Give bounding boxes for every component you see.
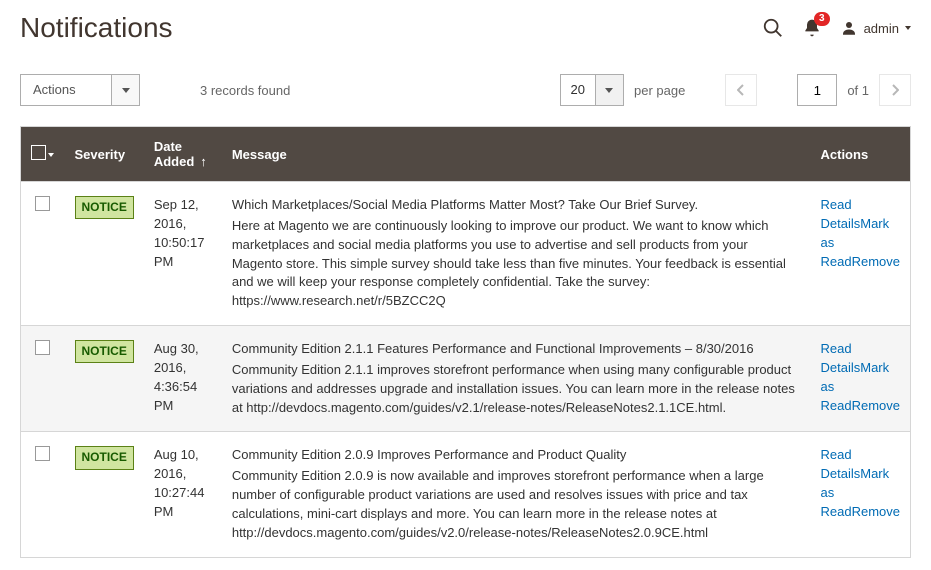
severity-badge: NOTICE [75,196,134,219]
caret-down-icon [111,75,139,105]
admin-label: admin [864,21,899,36]
date-added-cell: Aug 10, 2016, 10:27:44 PM [144,432,222,557]
severity-badge: NOTICE [75,340,134,363]
page-title: Notifications [20,12,173,44]
date-added-cell: Sep 12, 2016, 10:50:17 PM [144,182,222,326]
message-cell: Community Edition 2.1.1 Features Perform… [222,326,811,432]
table-row: NOTICE Sep 12, 2016, 10:50:17 PMWhich Mar… [21,182,911,326]
column-header-date-added[interactable]: Date Added ↑ [144,127,222,182]
search-icon[interactable] [762,17,784,39]
notifications-table: Severity Date Added ↑ Message Actions NOT… [20,126,911,558]
actions-dropdown-label: Actions [21,75,111,105]
remove-link[interactable]: Remove [852,254,900,269]
row-actions: Read DetailsMark as ReadRemove [811,182,911,326]
row-actions: Read DetailsMark as ReadRemove [811,326,911,432]
column-header-date-label: Date Added [154,139,194,169]
message-cell: Community Edition 2.0.9 Improves Perform… [222,432,811,557]
page-number-input[interactable] [797,74,837,106]
row-checkbox[interactable] [35,340,50,355]
read-details-link[interactable]: Read Details [821,197,861,231]
notifications-icon[interactable]: 3 [802,18,822,38]
severity-badge: NOTICE [75,446,134,469]
column-header-checkbox[interactable] [21,127,65,182]
table-row: NOTICE Aug 30, 2016, 4:36:54 PMCommunity … [21,326,911,432]
prev-page-button[interactable] [725,74,757,106]
notification-badge: 3 [814,12,830,26]
page-size-select[interactable]: 20 [560,74,624,106]
row-actions: Read DetailsMark as ReadRemove [811,432,911,557]
sort-ascending-icon: ↑ [200,154,207,169]
column-header-severity[interactable]: Severity [65,127,144,182]
column-header-actions: Actions [811,127,911,182]
remove-link[interactable]: Remove [852,504,900,519]
page-size-value: 20 [561,75,595,105]
remove-link[interactable]: Remove [852,398,900,413]
message-cell: Which Marketplaces/Social Media Platform… [222,182,811,326]
admin-account-menu[interactable]: admin [840,19,911,37]
user-icon [840,19,858,37]
date-added-cell: Aug 30, 2016, 4:36:54 PM [144,326,222,432]
read-details-link[interactable]: Read Details [821,341,861,375]
records-found-label: 3 records found [200,83,290,98]
row-checkbox[interactable] [35,196,50,211]
caret-down-icon [595,75,623,105]
row-checkbox[interactable] [35,446,50,461]
read-details-link[interactable]: Read Details [821,447,861,481]
actions-dropdown[interactable]: Actions [20,74,140,106]
next-page-button[interactable] [879,74,911,106]
per-page-label: per page [634,83,685,98]
table-row: NOTICE Aug 10, 2016, 10:27:44 PMCommunity… [21,432,911,557]
column-header-message[interactable]: Message [222,127,811,182]
caret-down-icon [905,26,911,30]
page-total-label: of 1 [847,83,869,98]
